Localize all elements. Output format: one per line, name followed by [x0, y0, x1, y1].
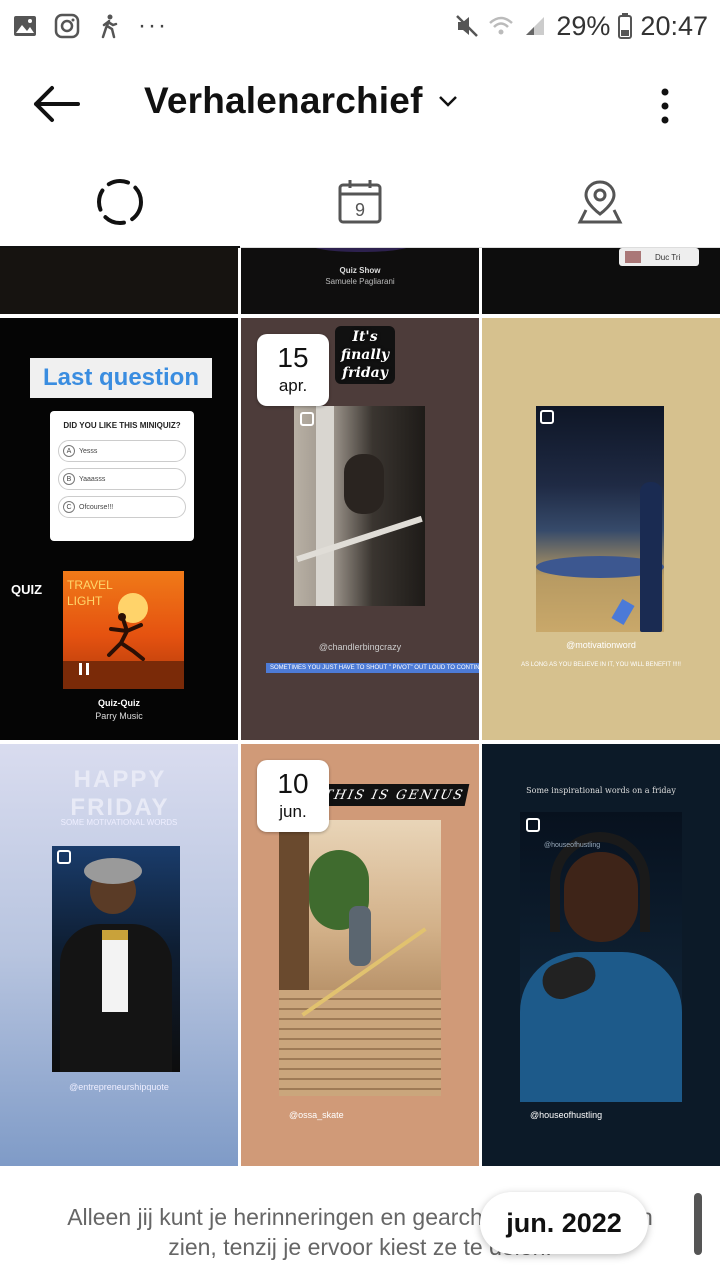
- story-tile[interactable]: Quiz Show Samuele Pagliarani: [241, 248, 479, 314]
- date-badge: 15 apr.: [257, 334, 329, 406]
- story-video: [52, 846, 180, 1072]
- story-tile-motivational[interactable]: HAPPY FRIDAY SOME MOTIVATIONAL WORDS @en…: [0, 744, 238, 1166]
- motivational-subheading: SOME MOTIVATIONAL WORDS: [60, 818, 178, 827]
- story-caption: SOMETIMES YOU JUST HAVE TO SHOUT " PIVOT…: [266, 663, 479, 673]
- quiz-label: QUIZ: [11, 582, 43, 597]
- happy-friday-heading: HAPPY FRIDAY: [70, 766, 170, 821]
- chevron-down-icon: [438, 96, 457, 107]
- genius-banner: THIS IS GENIUS: [318, 784, 470, 806]
- calendar-icon: 9: [338, 180, 382, 224]
- instagram-icon: [54, 13, 80, 39]
- page-title: Verhalenarchief: [144, 80, 423, 121]
- last-question-heading: Last question: [30, 358, 212, 398]
- story-caption: AS LONG AS YOU BELIEVE IN IT, YOU WILL B…: [521, 662, 681, 668]
- story-tile-hustling[interactable]: Some inspirational words on a friday @ho…: [482, 744, 720, 1166]
- reels-icon: [540, 410, 554, 424]
- reels-icon: [300, 412, 314, 426]
- creator-handle: @ossa_skate: [289, 1110, 344, 1120]
- creator-handle: @chandlerbingcrazy: [318, 642, 402, 652]
- tab-stories[interactable]: [0, 156, 240, 248]
- gallery-icon: [14, 16, 36, 36]
- friday-sticker: It's finally friday: [335, 326, 395, 384]
- music-sticker-artist: Duc Tri: [655, 252, 681, 262]
- quiz-question: DID YOU LIKE THIS MINIQUIZ?: [63, 421, 181, 430]
- wifi-icon: [489, 16, 514, 35]
- archive-type-dropdown[interactable]: Verhalenarchief: [144, 80, 459, 122]
- clock: 20:47: [640, 10, 708, 41]
- calendar-number: 9: [355, 200, 365, 220]
- tab-map[interactable]: [480, 156, 720, 248]
- quiz-option: A Yesss: [58, 440, 186, 462]
- quiz-option: C Ofcourse!!!: [58, 496, 186, 518]
- video-small-handle: @houseofhustling: [544, 842, 601, 849]
- creator-handle: @motivationword: [566, 640, 636, 650]
- battery-icon: [618, 13, 633, 39]
- more-notifications-icon: ···: [138, 12, 168, 39]
- song-title: Quiz-Quiz: [98, 698, 140, 708]
- reels-icon: [57, 850, 71, 864]
- stories-grid: Quiz Show Samuele Pagliarani Duc Tri Las…: [0, 248, 720, 1168]
- album-cover: TRAVEL LIGHT: [63, 571, 184, 689]
- walking-icon: [101, 14, 118, 39]
- story-tile[interactable]: [0, 248, 238, 314]
- quiz-card: DID YOU LIKE THIS MINIQUIZ? A Yesss B Ya…: [50, 411, 194, 541]
- quiz-option: B Yaaasss: [58, 468, 186, 490]
- quiz-show-title: Quiz Show: [339, 266, 381, 275]
- battery-percent: 29%: [556, 10, 611, 41]
- reels-icon: [526, 818, 540, 832]
- story-tile-genius[interactable]: 10 jun. THIS IS GENIUS @ossa_skate: [241, 744, 479, 1166]
- song-artist: Parry Music: [95, 711, 143, 721]
- creator-handle: @houseofhustling: [530, 1110, 603, 1120]
- status-bar: ··· 29% 20:47: [0, 0, 720, 52]
- pause-icon: [79, 663, 89, 675]
- story-video: [536, 406, 664, 632]
- story-tile-friday[interactable]: 15 apr. It's finally friday @chandlerbin…: [241, 318, 479, 740]
- story-video: [294, 406, 425, 606]
- inspirational-text: Some inspirational words on a friday: [526, 786, 676, 795]
- story-video: [520, 812, 682, 1102]
- date-badge: 10 jun.: [257, 760, 329, 832]
- mute-icon: [456, 15, 479, 37]
- more-options-icon[interactable]: [658, 86, 672, 126]
- story-tile[interactable]: Duc Tri: [482, 248, 720, 314]
- quiz-show-artist: Samuele Pagliarani: [325, 277, 395, 286]
- app-header: Verhalenarchief: [0, 52, 720, 156]
- archive-tabs: 9: [0, 156, 720, 248]
- creator-handle: @entrepreneurshipquote: [69, 1082, 169, 1092]
- map-pin-icon: [577, 180, 623, 224]
- jumping-figure-icon: [107, 613, 145, 661]
- story-tile-quiz[interactable]: Last question DID YOU LIKE THIS MINIQUIZ…: [0, 318, 238, 740]
- album-title: TRAVEL LIGHT: [67, 578, 113, 608]
- story-video: [279, 820, 441, 1096]
- month-indicator: jun. 2022: [480, 1192, 648, 1254]
- archive-footer: Alleen jij kunt je herinneringen en gear…: [0, 1168, 720, 1280]
- tab-calendar[interactable]: 9: [240, 156, 480, 248]
- story-tile-basketball[interactable]: @motivationword AS LONG AS YOU BELIEVE I…: [482, 318, 720, 740]
- dashed-circle-icon: [97, 179, 143, 225]
- fast-scroll-handle[interactable]: [694, 1193, 702, 1255]
- signal-icon: [526, 17, 545, 35]
- back-arrow-icon[interactable]: [28, 82, 84, 126]
